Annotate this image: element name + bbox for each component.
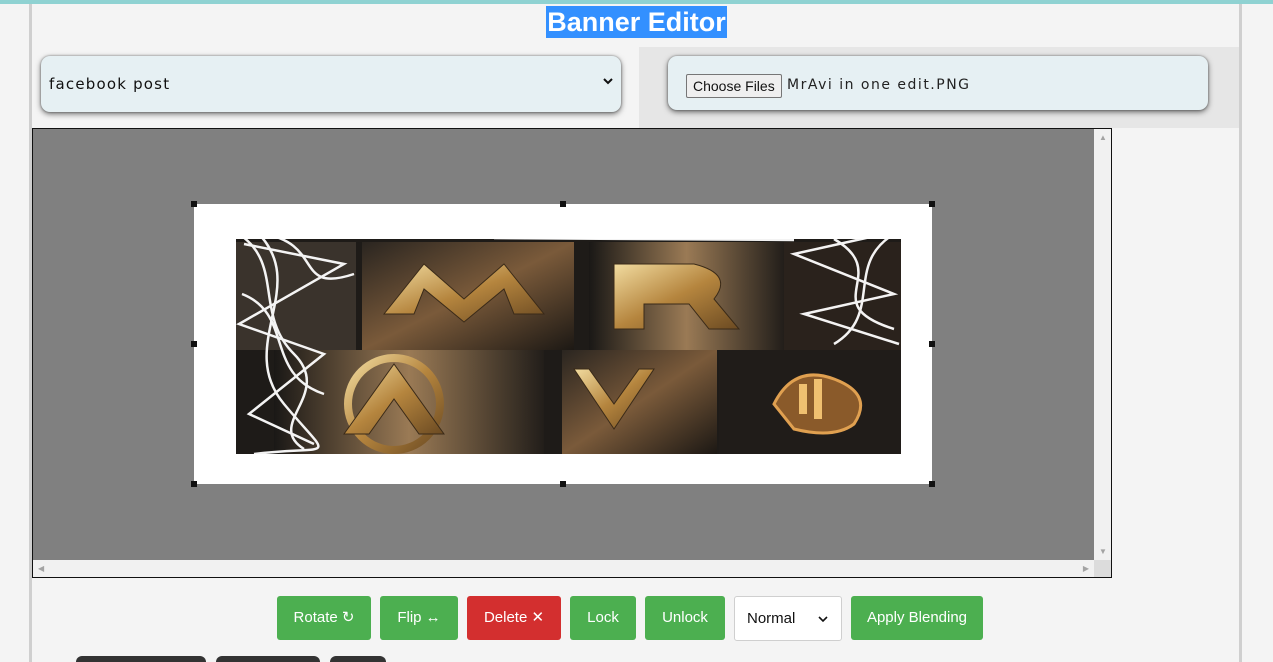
flip-button[interactable]: Flip ↔ — [380, 596, 458, 640]
scroll-down-arrow-icon[interactable]: ▼ — [1099, 548, 1107, 556]
vertical-scrollbar[interactable]: ▲ ▼ — [1094, 129, 1111, 561]
scroll-right-arrow-icon[interactable]: ▶ — [1083, 565, 1089, 573]
banner-artwork — [236, 228, 901, 456]
lock-button[interactable]: Lock — [570, 596, 636, 640]
banner-image[interactable] — [191, 201, 935, 487]
apply-blending-button[interactable]: Apply Blending — [851, 596, 983, 640]
blend-mode-value: Normal — [747, 610, 796, 627]
blend-mode-select[interactable]: Normal — [734, 596, 842, 641]
resize-handle-bm[interactable] — [560, 481, 566, 487]
file-input-card: Choose Files MrAvi in one edit.PNG — [668, 56, 1208, 110]
resize-handle-mr[interactable] — [929, 341, 935, 347]
choose-files-button[interactable]: Choose Files — [686, 74, 782, 98]
editor-canvas[interactable]: ▲ ▼ ◀ ▶ — [32, 128, 1112, 578]
size-select-value: facebook post — [49, 75, 171, 93]
scroll-up-arrow-icon[interactable]: ▲ — [1099, 134, 1107, 142]
size-select[interactable]: facebook post — [41, 56, 621, 112]
horizontal-scrollbar[interactable]: ◀ ▶ — [33, 560, 1094, 577]
resize-handle-tr[interactable] — [929, 201, 935, 207]
resize-handle-br[interactable] — [929, 481, 935, 487]
bottom-control-2 — [216, 656, 320, 662]
unlock-button[interactable]: Unlock — [645, 596, 725, 640]
editor-toolbar: Rotate ↻ Flip ↔ Delete ✕ Lock Unlock Nor… — [0, 596, 1273, 641]
bottom-control-3 — [330, 656, 386, 662]
chevron-down-icon — [603, 78, 613, 85]
resize-handle-tl[interactable] — [191, 201, 197, 207]
page-title: Banner Editor — [546, 6, 727, 38]
resize-handle-bl[interactable] — [191, 481, 197, 487]
rotate-button[interactable]: Rotate ↻ — [277, 596, 371, 640]
delete-button[interactable]: Delete ✕ — [467, 596, 561, 640]
chevron-down-icon — [818, 616, 828, 623]
resize-handle-tm[interactable] — [560, 201, 566, 207]
bottom-control-1 — [76, 656, 206, 662]
scrollbar-corner — [1094, 560, 1111, 577]
chosen-file-name: MrAvi in one edit.PNG — [787, 77, 971, 93]
scroll-left-arrow-icon[interactable]: ◀ — [38, 565, 44, 573]
title-wrap: Banner Editor — [0, 6, 1273, 38]
resize-handle-ml[interactable] — [191, 341, 197, 347]
